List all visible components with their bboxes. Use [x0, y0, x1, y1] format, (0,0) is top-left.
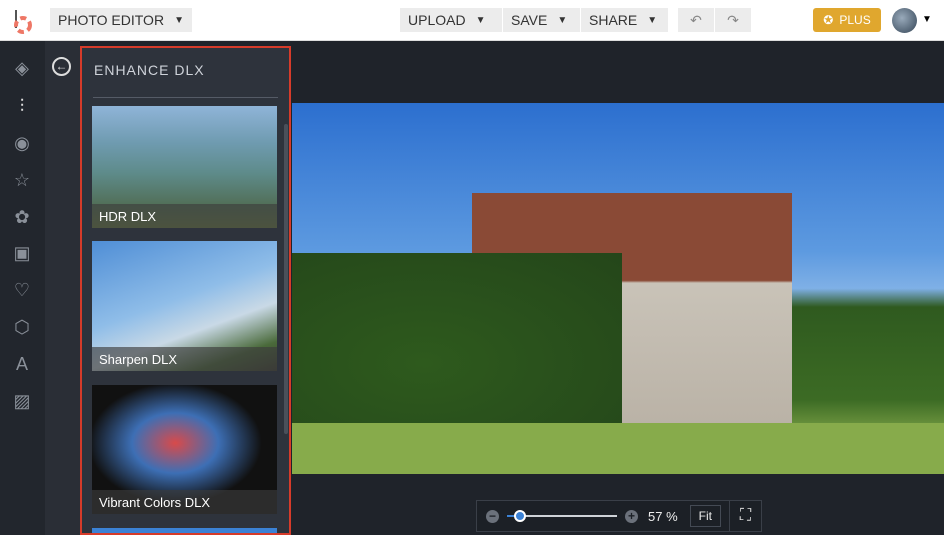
effect-next[interactable] — [92, 528, 277, 533]
zoom-in-icon[interactable]: + — [625, 509, 638, 523]
badge-icon[interactable]: ✿ — [11, 206, 33, 228]
zoom-out-icon[interactable]: − — [486, 509, 499, 523]
caret-down-icon: ▼ — [174, 14, 184, 26]
shape-icon[interactable]: ⬡ — [11, 316, 33, 338]
undo-icon: ↶ — [690, 11, 702, 28]
caret-down-icon: ▼ — [557, 14, 568, 26]
redo-button[interactable]: ↷ — [715, 8, 751, 32]
eye-icon[interactable]: ◉ — [11, 132, 33, 154]
effect-hdr-dlx[interactable]: HDR DLX — [92, 106, 277, 228]
undo-button[interactable]: ↶ — [678, 8, 714, 32]
avatar[interactable] — [892, 8, 917, 33]
star-icon[interactable]: ☆ — [11, 169, 33, 191]
caret-down-icon: ▼ — [647, 14, 658, 26]
enhance-panel: ENHANCE DLX HDR DLX Sharpen DLX Vibrant … — [80, 46, 291, 535]
award-icon: ✪ — [823, 13, 834, 27]
zoom-slider-knob[interactable] — [514, 510, 527, 522]
effect-vibrant-colors-dlx[interactable]: Vibrant Colors DLX — [92, 385, 277, 514]
divider — [93, 97, 278, 98]
secondary-column — [45, 41, 80, 535]
upload-label: UPLOAD — [408, 12, 466, 28]
fit-button[interactable]: Fit — [689, 505, 721, 527]
frame-icon[interactable]: ▣ — [11, 242, 33, 264]
zoom-bar: − + 57 % Fit ⛶ — [476, 500, 762, 532]
effect-label: Sharpen DLX — [92, 347, 277, 371]
caret-down-icon: ▼ — [475, 14, 486, 26]
panel-scrollbar[interactable] — [284, 124, 288, 434]
save-label: SAVE — [511, 12, 548, 28]
plus-button[interactable]: ✪ PLUS — [813, 8, 881, 32]
share-label: SHARE — [589, 12, 638, 28]
lawn — [292, 423, 944, 474]
zoom-slider[interactable] — [507, 510, 617, 522]
caret-down-icon[interactable]: ▼ — [922, 14, 932, 25]
fullscreen-icon[interactable]: ⛶ — [729, 501, 761, 531]
redo-icon: ↷ — [727, 11, 739, 28]
app-logo[interactable] — [12, 8, 34, 34]
upload-button[interactable]: UPLOAD ▼ — [400, 8, 502, 32]
photo-editor-menu[interactable]: PHOTO EDITOR ▼ — [50, 8, 192, 32]
save-button[interactable]: SAVE ▼ — [503, 8, 580, 32]
tool-rail: ◈ ⫶ ◉ ☆ ✿ ▣ ♡ ⬡ A ▨ — [0, 41, 45, 535]
share-button[interactable]: SHARE ▼ — [581, 8, 668, 32]
canvas-photo[interactable] — [292, 103, 944, 474]
zoom-percent: 57 % — [648, 508, 678, 524]
effect-label: Vibrant Colors DLX — [92, 490, 277, 514]
texture-icon[interactable]: ▨ — [11, 390, 33, 412]
heart-icon[interactable]: ♡ — [11, 279, 33, 301]
panel-title: ENHANCE DLX — [94, 62, 205, 78]
effect-label: HDR DLX — [92, 204, 277, 228]
effect-sharpen-dlx[interactable]: Sharpen DLX — [92, 241, 277, 371]
adjust-sliders-icon[interactable]: ⫶ — [11, 95, 33, 117]
text-icon[interactable]: A — [11, 353, 33, 375]
back-arrow-icon[interactable]: ← — [52, 57, 71, 76]
plus-label: PLUS — [839, 13, 871, 27]
menu-label: PHOTO EDITOR — [58, 12, 165, 28]
top-bar: PHOTO EDITOR ▼ UPLOAD ▼ SAVE ▼ SHARE ▼ ↶ ↷ ✪… — [0, 0, 944, 41]
layers-icon[interactable]: ◈ — [11, 57, 33, 79]
